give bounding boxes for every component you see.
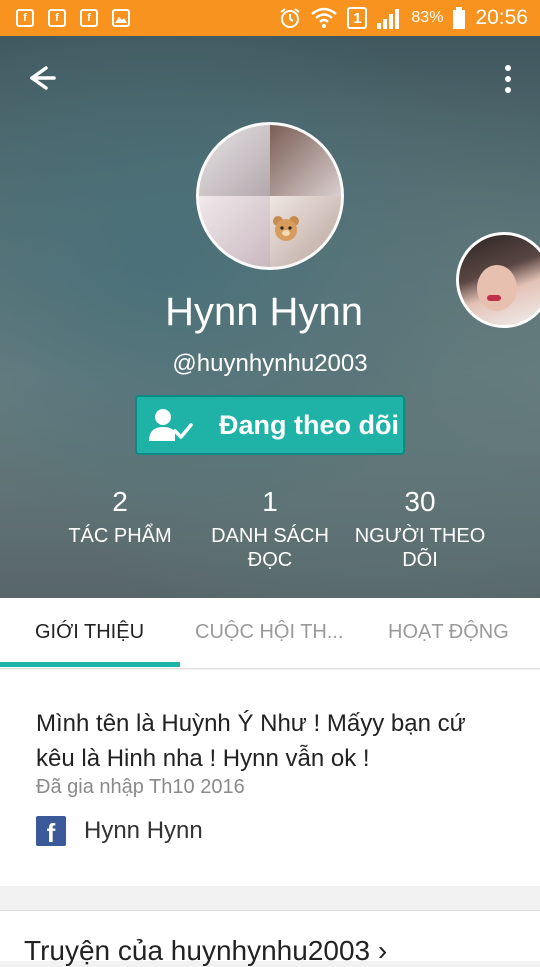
bio-line: Mình tên là Huỳnh Ý Như ! Mấyy bạn cứ [36, 710, 466, 737]
battery-icon [453, 7, 466, 29]
wifi-icon [311, 7, 338, 28]
tab-about[interactable]: GIỚI THIỆU [35, 598, 144, 666]
profile-header: Hynn Hynn @huynhynhu2003 Đang theo dõi 2… [0, 36, 540, 598]
stat-followers-value: 30 [404, 486, 436, 517]
facebook-notification-icon: f [48, 9, 66, 27]
tab-conversations[interactable]: CUỘC HỘI TH... [195, 598, 344, 666]
joined-date: Đã gia nhập Th10 2016 [36, 776, 245, 798]
stat-reading-lists-value: 1 [262, 486, 278, 517]
alarm-icon [280, 8, 301, 28]
bio-line: kêu là Hinh nha ! Hynn vẫn ok ! [36, 745, 370, 772]
signal-icon [377, 9, 400, 29]
notification-icons: f f f [16, 9, 130, 27]
profile-avatar[interactable] [196, 122, 344, 270]
facebook-link[interactable]: f Hynn Hynn [36, 816, 203, 846]
profile-tabs: GIỚI THIỆU CUỘC HỘI TH... HOẠT ĐỘNG [0, 598, 540, 669]
user-check-icon [149, 409, 193, 441]
sim-card-icon: 1 [347, 7, 368, 29]
bear-sticker-icon [273, 216, 299, 241]
stories-section[interactable]: Truyện của huynhynhu2003 › [0, 910, 540, 966]
stat-works-value: 2 [112, 486, 128, 517]
more-vertical-icon[interactable] [500, 64, 516, 94]
facebook-icon: f [36, 816, 66, 846]
back-arrow-icon[interactable] [22, 62, 62, 94]
stat-works[interactable]: 2 TÁC PHẨM [60, 486, 180, 548]
status-bar: f f f 1 83% 20:56 [0, 0, 540, 36]
username: @huynhynhu2003 [172, 350, 368, 377]
active-tab-indicator [0, 662, 180, 667]
following-button[interactable]: Đang theo dõi [135, 395, 405, 455]
about-card: Mình tên là Huỳnh Ý Như ! Mấyy bạn cứ kê… [0, 670, 540, 886]
facebook-notification-icon: f [16, 9, 34, 27]
tab-activity[interactable]: HOẠT ĐỘNG [388, 598, 509, 666]
stat-reading-lists[interactable]: 1 DANH SÁCH ĐỌC [205, 486, 335, 572]
stat-followers-label: NGƯỜI THEO DÕI [354, 525, 486, 571]
stories-title[interactable]: Truyện của huynhynhu2003 › [24, 935, 387, 967]
bio-text: Mình tên là Huỳnh Ý Như ! Mấyy bạn cứ kê… [36, 706, 506, 776]
following-button-label: Đang theo dõi [219, 409, 399, 440]
clock: 20:56 [475, 6, 528, 29]
stat-works-label: TÁC PHẨM [68, 525, 172, 547]
stat-followers[interactable]: 30 NGƯỜI THEO DÕI [352, 486, 488, 572]
facebook-name: Hynn Hynn [84, 817, 203, 844]
image-notification-icon [112, 9, 130, 27]
battery-percent: 83% [411, 9, 444, 26]
display-name: Hynn Hynn [165, 290, 363, 334]
facebook-notification-icon: f [80, 9, 98, 27]
stat-reading-lists-label: DANH SÁCH ĐỌC [211, 525, 329, 571]
